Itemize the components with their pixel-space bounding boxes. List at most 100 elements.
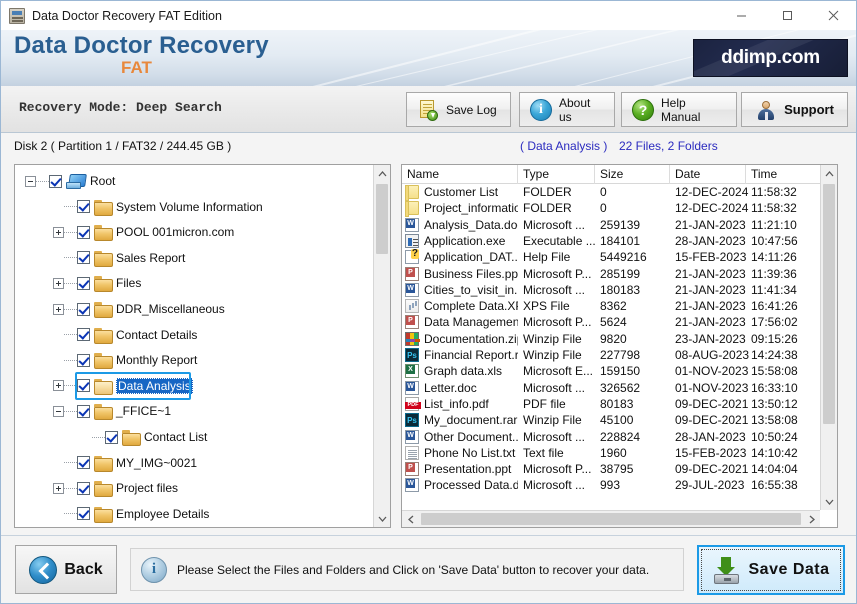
file-row[interactable]: Phone No List.txt Text file 1960 15-FEB-202…	[402, 445, 820, 461]
back-button[interactable]: Back	[15, 545, 117, 594]
tree-node-files[interactable]: Files	[53, 273, 141, 293]
file-row[interactable]: P Business Files.ppt Microsoft P... 285199 2…	[402, 266, 820, 282]
collapse-icon[interactable]	[25, 175, 36, 187]
column-header-time[interactable]: Time	[746, 165, 822, 184]
tree-node-checkbox[interactable]	[77, 379, 90, 393]
column-header-size[interactable]: Size	[595, 165, 670, 184]
file-row[interactable]: List_info.pdf PDF file 80183 09-DEC-202113:…	[402, 396, 820, 412]
file-row[interactable]: Financial Report.rar Winzip File 227798 08-…	[402, 347, 820, 363]
expand-icon[interactable]	[53, 380, 64, 392]
cell-name: Letter.doc	[424, 380, 477, 395]
tree-node-checkbox[interactable]	[77, 251, 90, 265]
tree-scroll-thumb[interactable]	[376, 184, 388, 254]
tree-node-checkbox[interactable]	[49, 174, 62, 188]
file-row[interactable]: PData Managemen...Microsoft P...562421-J…	[402, 314, 820, 330]
chevron-up-icon[interactable]	[374, 165, 390, 182]
expand-icon[interactable]	[53, 303, 64, 315]
tree-node-checkbox[interactable]	[105, 430, 118, 444]
tree-node-pool-001micron-com[interactable]: POOL 001micron.com	[53, 222, 234, 242]
file-row[interactable]: W Letter.doc Microsoft ... 326562 01-NOV-202…	[402, 380, 820, 396]
tree-node-project-files[interactable]: Project files	[53, 478, 178, 498]
cell-size: 159150	[600, 364, 641, 379]
tree-node-label: System Volume Information	[116, 199, 263, 214]
tree-node-checkbox[interactable]	[77, 404, 90, 418]
list-hscroll-thumb[interactable]	[421, 513, 801, 525]
tree-node-employee-details[interactable]: Employee Details	[53, 504, 209, 524]
save-data-button[interactable]: Save Data	[697, 545, 845, 595]
tree-node-ddr-miscellaneous[interactable]: DDR_Miscellaneous	[53, 299, 225, 319]
expand-icon[interactable]	[53, 226, 64, 238]
folder-icon	[94, 481, 113, 498]
content-area: Root System Volume Information POOL 001mic…	[1, 160, 856, 535]
column-header-name[interactable]: Name	[402, 165, 518, 184]
tree-node-label: Contact Details	[116, 327, 198, 342]
column-header-date[interactable]: Date	[670, 165, 746, 184]
chevron-down-icon[interactable]	[821, 493, 837, 510]
file-row[interactable]: Customer List FOLDER 0 12-DEC-2024 11:58:32	[402, 184, 820, 201]
cell-type: Microsoft ...	[523, 282, 586, 297]
file-folder-count: 22 Files, 2 Folders	[619, 139, 718, 153]
list-scroll-thumb[interactable]	[823, 184, 835, 424]
collapse-icon[interactable]	[53, 405, 64, 417]
list-horizontal-scrollbar[interactable]	[402, 510, 820, 527]
tree-node-root[interactable]: Root	[25, 171, 115, 191]
close-button[interactable]	[810, 1, 856, 30]
tree-node-checkbox[interactable]	[77, 507, 90, 521]
file-row[interactable]: Documentation.zip Winzip File 9820 23-JAN-2…	[402, 331, 820, 347]
file-row[interactable]: W Cities_to_visit_in... Microsoft ... 18018…	[402, 282, 820, 298]
cell-size: 38795	[600, 462, 634, 477]
file-row[interactable]: WProcessed Data.docMicrosoft ...99329-JU…	[402, 477, 820, 493]
tree-node-checkbox[interactable]	[77, 481, 90, 495]
chevron-left-icon[interactable]	[402, 511, 419, 527]
tree-node-ffice-1[interactable]: _FFICE~1	[53, 401, 171, 421]
folder-icon	[94, 327, 113, 344]
tree-node-checkbox[interactable]	[77, 276, 90, 290]
about-us-button[interactable]: About us	[519, 92, 615, 127]
site-badge[interactable]: ddimp.com	[693, 39, 848, 77]
tree-node-monthly-report[interactable]: Monthly Report	[53, 350, 197, 370]
file-row[interactable]: Application_DAT... Help File 5449216 15-FEB…	[402, 249, 820, 265]
save-data-label: Save Data	[748, 561, 830, 578]
expand-icon[interactable]	[53, 482, 64, 494]
file-row[interactable]: W Other Document.... Microsoft ... 228824 28…	[402, 429, 820, 445]
file-row[interactable]: W Analysis_Data.doc Microsoft ... 259139 21-…	[402, 217, 820, 233]
chevron-down-icon[interactable]	[374, 510, 390, 527]
save-log-button[interactable]: Save Log	[406, 92, 511, 127]
cell-date: 01-NOV-2023	[675, 380, 749, 395]
expand-icon[interactable]	[53, 277, 64, 289]
folder-tree[interactable]: Root System Volume Information POOL 001mic…	[15, 165, 375, 527]
tree-node-system-volume-information[interactable]: System Volume Information	[53, 197, 263, 217]
column-header-type[interactable]: Type	[518, 165, 595, 184]
chevron-up-icon[interactable]	[821, 165, 837, 182]
help-manual-button[interactable]: Help Manual	[621, 92, 737, 127]
file-list-body[interactable]: Customer List FOLDER 0 12-DEC-2024 11:58:32 P…	[402, 184, 820, 510]
tree-node-checkbox[interactable]	[77, 353, 90, 367]
brand-subtitle: FAT	[121, 58, 152, 77]
tree-vertical-scrollbar[interactable]	[373, 165, 390, 527]
file-row[interactable]: P Presentation.ppt Microsoft P... 38795 09-D…	[402, 461, 820, 477]
save-log-label: Save Log	[446, 102, 497, 117]
file-row[interactable]: Application.exe Executable ... 184101 28-JA…	[402, 233, 820, 249]
tree-node-checkbox[interactable]	[77, 302, 90, 316]
back-label: Back	[64, 560, 103, 578]
tree-node-sales-report[interactable]: Sales Report	[53, 248, 185, 268]
minimize-button[interactable]	[718, 1, 764, 30]
cell-name: Customer List	[424, 185, 499, 199]
file-row[interactable]: Project_information FOLDER 0 12-DEC-2024 11:…	[402, 200, 820, 218]
file-row[interactable]: Complete Data.XPS XPS File 8362 21-JAN-2023…	[402, 298, 820, 314]
maximize-button[interactable]	[764, 1, 810, 30]
tree-node-checkbox[interactable]	[77, 225, 90, 239]
list-vertical-scrollbar[interactable]	[820, 165, 837, 510]
file-row[interactable]: X Graph data.xls Microsoft E... 159150 01-NO…	[402, 363, 820, 379]
support-button[interactable]: Support	[741, 92, 848, 127]
tree-node-checkbox[interactable]	[77, 456, 90, 470]
tree-node-data-analysis[interactable]: Data Analysis	[53, 376, 193, 396]
tree-node-checkbox[interactable]	[77, 200, 90, 214]
tree-node-my-img-0021[interactable]: MY_IMG~0021	[53, 453, 197, 473]
tree-node-checkbox[interactable]	[77, 328, 90, 342]
file-row[interactable]: My_document.rar Winzip File 45100 09-DEC-20…	[402, 412, 820, 428]
tree-node-contact-list[interactable]: Contact List	[81, 427, 207, 447]
chevron-right-icon[interactable]	[803, 511, 820, 527]
tree-node-contact-details[interactable]: Contact Details	[53, 325, 197, 345]
